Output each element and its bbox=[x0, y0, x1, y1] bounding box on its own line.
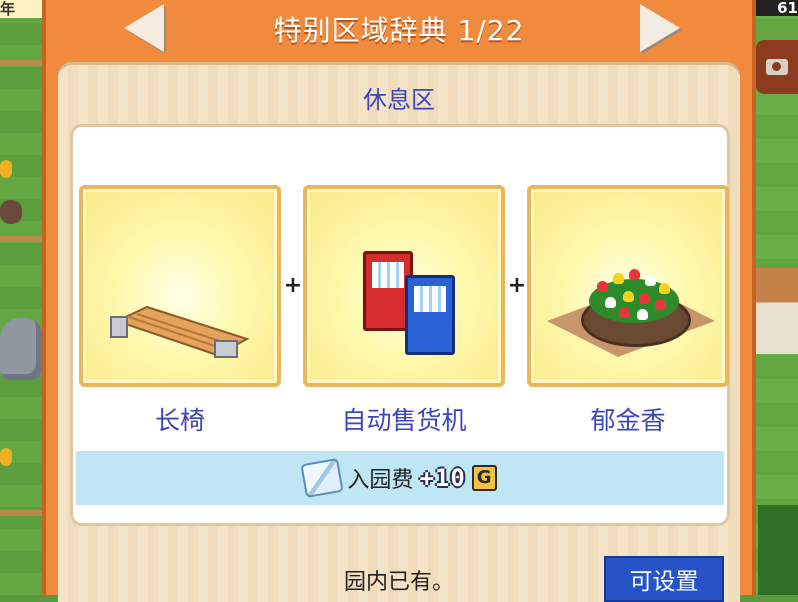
camera-button[interactable] bbox=[756, 40, 798, 94]
tree bbox=[758, 505, 798, 595]
fence bbox=[0, 236, 48, 242]
fence bbox=[0, 510, 48, 516]
admission-fee-value: +10 bbox=[419, 464, 466, 492]
elephant-animal bbox=[0, 318, 42, 380]
item-slot-tulip bbox=[527, 185, 729, 387]
previous-page-arrow-icon[interactable] bbox=[124, 4, 164, 52]
tulip-flower bbox=[629, 269, 640, 280]
item-slot-vending-machine bbox=[303, 185, 505, 387]
ticket-icon bbox=[300, 457, 345, 499]
combination-card: + + 长椅 自动售货机 郁金香 入园费 +10 G bbox=[70, 124, 730, 526]
year-indicator: 年 bbox=[0, 0, 48, 18]
tulip-flower bbox=[659, 283, 670, 294]
tulip-flower bbox=[605, 297, 616, 308]
item-label-bench: 长椅 bbox=[154, 406, 205, 435]
tulip-flower bbox=[597, 281, 608, 292]
special-zone-dictionary-dialog: 特别区域辞典 1/22 休息区 + + 长椅 自动售货机 郁金香 入园费 +10… bbox=[42, 0, 756, 602]
admission-fee-label: 入园费 bbox=[347, 468, 414, 493]
background-left-game-world: 年 bbox=[0, 0, 48, 595]
tulip-flower bbox=[619, 307, 630, 318]
content-panel: 休息区 + + 长椅 自动售货机 郁金香 入园费 +10 G 园内已有。 可设置 bbox=[58, 62, 740, 602]
gold-currency-icon: G bbox=[471, 465, 497, 491]
item-label-tulip: 郁金香 bbox=[590, 406, 666, 435]
zone-name: 休息区 bbox=[363, 86, 435, 114]
building bbox=[752, 268, 798, 354]
item-slot-bench bbox=[79, 185, 281, 387]
tulip-flower bbox=[639, 293, 650, 304]
tulip-flower bbox=[655, 299, 666, 310]
title-bar: 特别区域辞典 1/22 bbox=[46, 0, 752, 58]
admission-fee-bonus-bar: 入园费 +10 G bbox=[76, 451, 724, 505]
plus-sign: + bbox=[283, 273, 303, 298]
next-page-arrow-icon[interactable] bbox=[640, 4, 680, 52]
tulip-flower bbox=[645, 275, 656, 286]
tulip-flower bbox=[613, 273, 624, 284]
tulip-flower bbox=[637, 309, 648, 320]
boar-animal bbox=[0, 200, 22, 224]
coin-icon bbox=[0, 160, 12, 178]
tulip-flower bbox=[623, 291, 634, 302]
dialog-title: 特别区域辞典 1/22 bbox=[273, 14, 525, 47]
counter-indicator: 61 bbox=[750, 0, 798, 16]
background-right-game-world: 61 bbox=[750, 0, 798, 595]
coin-icon bbox=[0, 448, 12, 466]
fence bbox=[0, 60, 48, 66]
bench-icon bbox=[110, 305, 250, 358]
blue-vending-machine bbox=[405, 275, 455, 355]
camera-icon bbox=[766, 59, 788, 75]
can-place-button[interactable]: 可设置 bbox=[604, 556, 724, 602]
item-label-vending-machine: 自动售货机 bbox=[341, 406, 467, 435]
plus-sign: + bbox=[507, 273, 527, 298]
